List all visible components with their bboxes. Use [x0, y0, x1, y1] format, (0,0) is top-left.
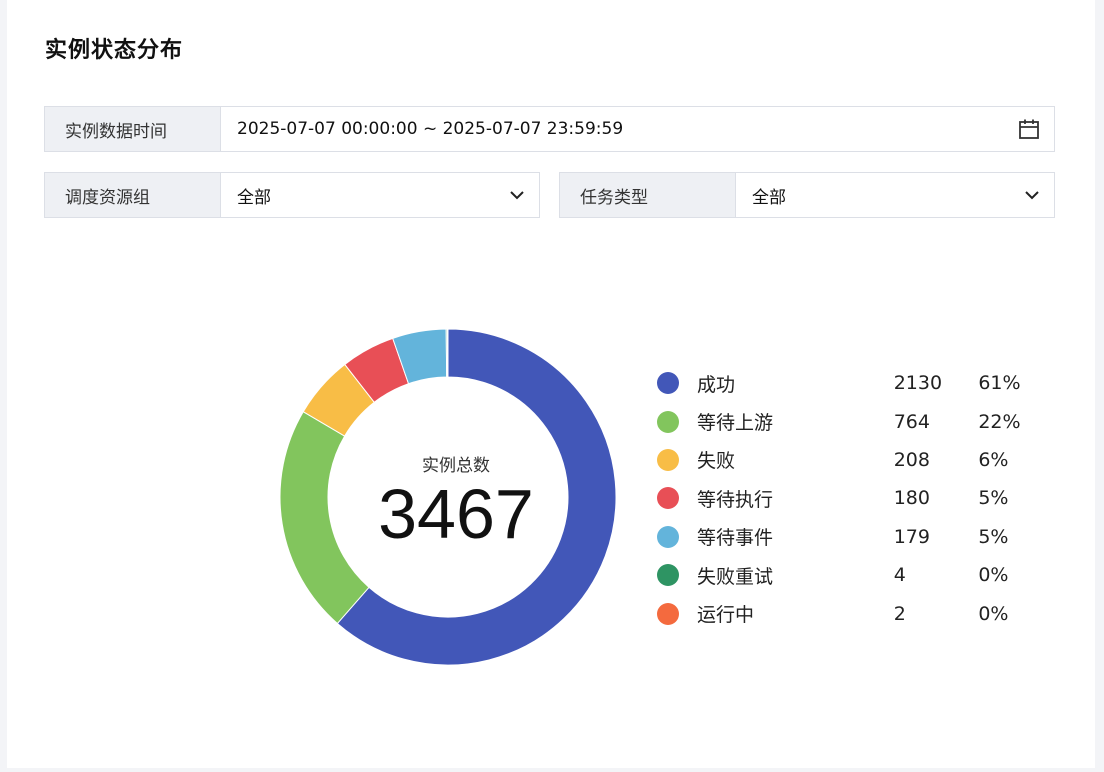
- legend-item[interactable]: 失败重试 4 0%: [657, 556, 1057, 594]
- legend-item[interactable]: 运行中 2 0%: [657, 594, 1057, 632]
- legend-dot-icon: [657, 487, 679, 510]
- legend-percent: 61%: [978, 372, 1021, 395]
- legend-name: 失败: [697, 450, 736, 473]
- legend-dot-icon: [657, 525, 679, 548]
- legend-value: 180: [893, 487, 930, 510]
- legend-dot-icon: [657, 372, 679, 395]
- legend-value: 179: [893, 525, 930, 548]
- legend-percent: 22%: [978, 410, 1021, 433]
- legend-dot-icon: [657, 448, 679, 471]
- legend-name: 等待上游: [697, 412, 774, 435]
- legend-dot-icon: [657, 564, 679, 587]
- legend-value: 2130: [893, 372, 943, 395]
- legend-item[interactable]: 失败 208 6%: [657, 441, 1057, 479]
- legend-item[interactable]: 等待事件 179 5%: [657, 518, 1057, 556]
- legend-value: 208: [893, 448, 930, 471]
- legend-value: 764: [893, 410, 930, 433]
- legend-item[interactable]: 等待上游 764 22%: [657, 402, 1057, 440]
- status-distribution-card: 实例状态分布 实例数据时间 2025-07-07 00:00:00 ~ 2025…: [7, 0, 1095, 768]
- donut-center-total: 3467: [378, 475, 534, 553]
- legend-name: 运行中: [697, 604, 755, 627]
- legend-percent: 6%: [978, 448, 1009, 471]
- legend-name: 成功: [697, 373, 736, 396]
- donut-center-label: 实例总数: [422, 456, 490, 476]
- legend-value: 4: [893, 564, 906, 587]
- legend-name: 等待执行: [697, 488, 774, 511]
- legend-dot-icon: [657, 410, 679, 433]
- chart-legend: 成功 2130 61% 等待上游 764 22% 失败 208 6% 等待执行 180 5% 等待事件 1…: [657, 364, 1057, 633]
- legend-percent: 0%: [978, 564, 1009, 587]
- legend-item[interactable]: 等待执行 180 5%: [657, 479, 1057, 517]
- legend-name: 等待事件: [697, 527, 774, 550]
- legend-name: 失败重试: [697, 565, 774, 588]
- donut-slice-6[interactable]: [446, 328, 449, 378]
- legend-percent: 0%: [978, 602, 1009, 625]
- legend-value: 2: [893, 602, 906, 625]
- legend-percent: 5%: [978, 487, 1009, 510]
- legend-item[interactable]: 成功 2130 61%: [657, 364, 1057, 402]
- legend-dot-icon: [657, 602, 679, 625]
- legend-percent: 5%: [978, 525, 1009, 548]
